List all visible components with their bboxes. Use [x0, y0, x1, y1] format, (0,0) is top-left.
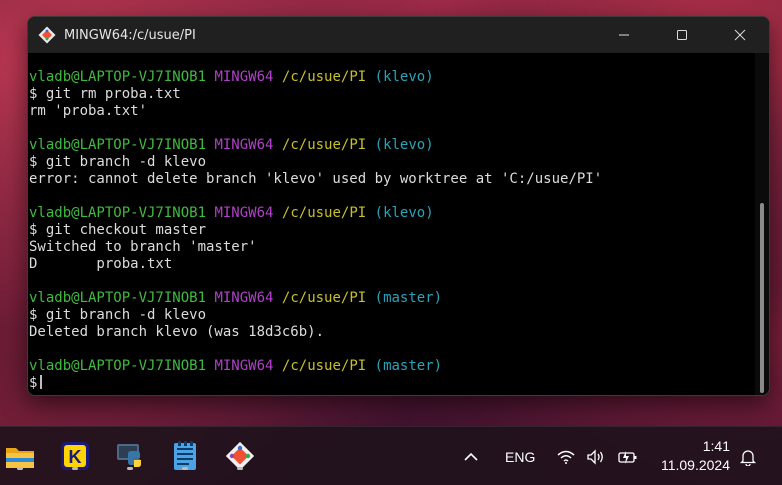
taskbar-git-bash[interactable] — [223, 439, 257, 473]
prompt-line: vladb@LAPTOP-VJ7INOB1 MINGW64 /c/usue/PI… — [29, 137, 755, 154]
battery-charging-icon — [618, 450, 637, 464]
line-text: Switched to branch 'master' — [29, 239, 257, 255]
running-indicator — [127, 467, 133, 470]
chevron-up-icon — [464, 452, 478, 461]
vertical-scrollbar[interactable] — [755, 53, 769, 395]
prompt-env: MINGW64 — [214, 205, 274, 221]
battery-button[interactable] — [616, 427, 638, 485]
prompt-path: /c/usue/PI — [281, 358, 367, 374]
output-line: D proba.txt — [29, 256, 755, 273]
wifi-icon — [557, 450, 575, 464]
taskbar-python[interactable] — [113, 439, 147, 473]
notifications-button[interactable] — [739, 427, 757, 485]
prompt-branch: (master) — [374, 290, 443, 306]
window-controls — [595, 17, 769, 53]
output-line: Switched to branch 'master' — [29, 239, 755, 256]
prompt-path: /c/usue/PI — [281, 137, 367, 153]
prompt-path: /c/usue/PI — [281, 69, 367, 85]
prompt-user: vladb@LAPTOP-VJ7INOB1 — [29, 137, 207, 153]
show-hidden-icons-button[interactable] — [462, 427, 480, 485]
taskbar-k-app[interactable]: K — [58, 439, 92, 473]
maximize-button[interactable] — [653, 17, 711, 53]
prompt-line: vladb@LAPTOP-VJ7INOB1 MINGW64 /c/usue/PI… — [29, 205, 755, 222]
line-text: $ — [29, 375, 38, 391]
output-line: $ git rm proba.txt — [29, 86, 755, 103]
line-text: error: cannot delete branch 'klevo' used… — [29, 171, 603, 187]
output-line: $ git checkout master — [29, 222, 755, 239]
bell-icon — [739, 449, 757, 466]
network-button[interactable] — [556, 427, 576, 485]
minimize-button[interactable] — [595, 17, 653, 53]
scrollbar-thumb[interactable] — [760, 203, 764, 393]
git-bash-icon — [36, 24, 58, 46]
line-text: rm 'proba.txt' — [29, 103, 148, 119]
text-cursor — [40, 375, 43, 389]
prompt-env: MINGW64 — [214, 137, 274, 153]
prompt-path: /c/usue/PI — [281, 205, 367, 221]
prompt-path: /c/usue/PI — [281, 290, 367, 306]
window-title: MINGW64:/c/usue/PI — [64, 27, 196, 43]
speaker-icon — [587, 448, 603, 465]
taskbar-file-explorer[interactable] — [3, 439, 37, 473]
output-line: $ git branch -d klevo — [29, 307, 755, 324]
clock-date: 11.09.2024 — [660, 457, 730, 473]
line-text: $ git rm proba.txt — [29, 86, 181, 102]
line-text: $ git checkout master — [29, 222, 207, 238]
running-indicator — [17, 467, 23, 470]
clock-time: 1:41 — [702, 438, 730, 454]
prompt-branch: (klevo) — [374, 205, 434, 221]
input-line[interactable]: $ — [29, 375, 755, 392]
prompt-branch: (master) — [374, 358, 443, 374]
terminal-output[interactable]: vladb@LAPTOP-VJ7INOB1 MINGW64 /c/usue/PI… — [28, 53, 755, 395]
prompt-line: vladb@LAPTOP-VJ7INOB1 MINGW64 /c/usue/PI… — [29, 69, 755, 86]
prompt-user: vladb@LAPTOP-VJ7INOB1 — [29, 205, 207, 221]
taskbar-notepad[interactable] — [168, 439, 202, 473]
running-indicator — [182, 467, 188, 470]
close-icon — [734, 29, 746, 41]
title-bar[interactable]: MINGW64:/c/usue/PI — [28, 17, 769, 53]
maximize-icon — [677, 30, 687, 40]
language-indicator[interactable]: ENG — [505, 427, 535, 485]
prompt-user: vladb@LAPTOP-VJ7INOB1 — [29, 69, 207, 85]
running-indicator — [72, 467, 78, 470]
clock[interactable]: 1:41 11.09.2024 — [661, 437, 730, 475]
output-line: $ git branch -d klevo — [29, 154, 755, 171]
output-line: rm 'proba.txt' — [29, 103, 755, 120]
taskbar: K ENG 1:41 11.09.2024 — [0, 426, 782, 485]
line-text: D proba.txt — [29, 256, 173, 272]
prompt-user: vladb@LAPTOP-VJ7INOB1 — [29, 290, 207, 306]
close-button[interactable] — [711, 17, 769, 53]
terminal-window[interactable]: MINGW64:/c/usue/PI vladb@LAPTOP-VJ7INOB1… — [27, 16, 770, 396]
line-text: Deleted branch klevo (was 18d3c6b). — [29, 324, 325, 340]
output-line: Deleted branch klevo (was 18d3c6b). — [29, 324, 755, 341]
prompt-env: MINGW64 — [214, 358, 274, 374]
minimize-icon — [619, 34, 629, 36]
prompt-branch: (klevo) — [374, 69, 434, 85]
svg-text:K: K — [69, 447, 82, 467]
output-line: error: cannot delete branch 'klevo' used… — [29, 171, 755, 188]
prompt-line: vladb@LAPTOP-VJ7INOB1 MINGW64 /c/usue/PI… — [29, 290, 755, 307]
prompt-env: MINGW64 — [214, 290, 274, 306]
prompt-env: MINGW64 — [214, 69, 274, 85]
prompt-user: vladb@LAPTOP-VJ7INOB1 — [29, 358, 207, 374]
volume-button[interactable] — [586, 427, 606, 485]
line-text: $ git branch -d klevo — [29, 154, 207, 170]
running-indicator — [237, 467, 243, 470]
file-explorer-icon — [6, 448, 34, 468]
prompt-line: vladb@LAPTOP-VJ7INOB1 MINGW64 /c/usue/PI… — [29, 358, 755, 375]
line-text: $ git branch -d klevo — [29, 307, 207, 323]
prompt-branch: (klevo) — [374, 137, 434, 153]
